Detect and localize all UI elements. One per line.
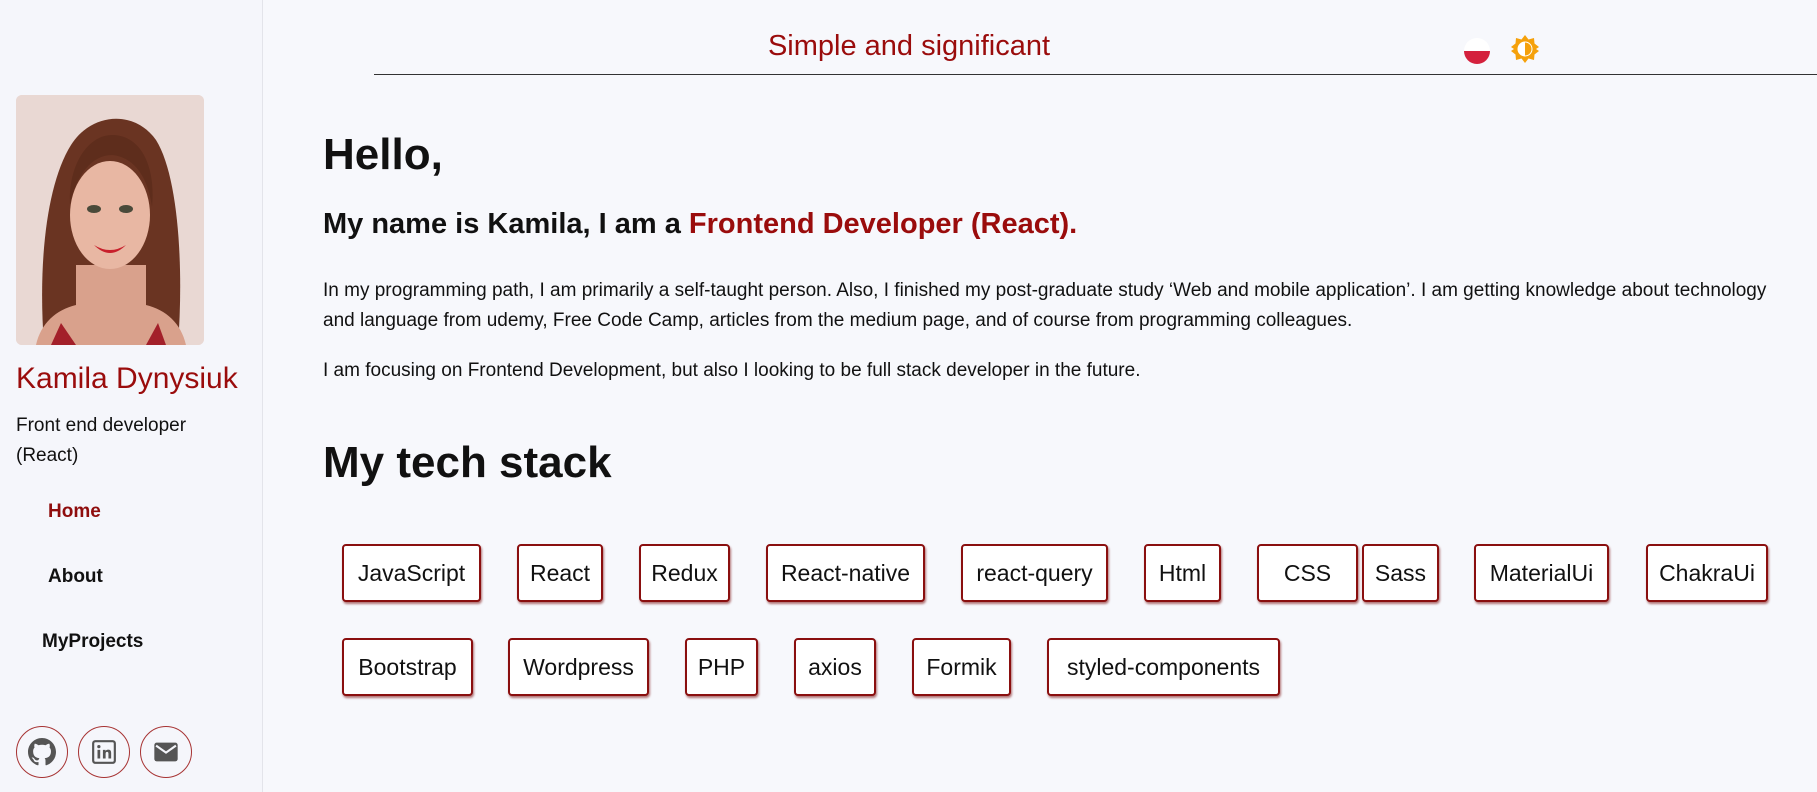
tech-chip: react-query [961, 544, 1108, 602]
tech-chip: CSS [1257, 544, 1358, 602]
tech-chip: JavaScript [342, 544, 481, 602]
tech-chip: Sass [1362, 544, 1439, 602]
tech-chip: PHP [685, 638, 758, 696]
github-link[interactable] [16, 726, 68, 778]
header-divider [374, 74, 1817, 75]
tech-chip: Formik [912, 638, 1011, 696]
app: Kamila Dynysiuk Front end developer (Rea… [0, 0, 1817, 792]
profile-name: Kamila Dynysiuk [16, 362, 238, 395]
greeting-heading: Hello, [323, 130, 443, 179]
profile-role: Front end developer (React) [16, 415, 187, 466]
intro-prefix: My name is Kamila, I am a [323, 208, 689, 240]
tech-stack-heading: My tech stack [323, 438, 612, 487]
tech-chip: React-native [766, 544, 925, 602]
nav-item-home[interactable]: Home [48, 501, 101, 523]
tech-chip: axios [794, 638, 876, 696]
nav-item-myprojects[interactable]: MyProjects [42, 631, 143, 653]
tech-chip: Redux [639, 544, 730, 602]
polish-flag-icon[interactable] [1464, 38, 1490, 64]
tech-chip: React [517, 544, 603, 602]
nav-item-about[interactable]: About [48, 566, 103, 588]
linkedin-link[interactable] [78, 726, 130, 778]
about-paragraph-1: In my programming path, I am primarily a… [323, 280, 1767, 331]
intro-highlight: Frontend Developer (React). [688, 208, 1078, 240]
sun-icon [1511, 35, 1539, 63]
tech-chip: Bootstrap [342, 638, 473, 696]
tech-chip: MaterialUi [1474, 544, 1609, 602]
tech-chip: Wordpress [508, 638, 649, 696]
intro-heading: My name is Kamila, I am a Frontend Devel… [323, 208, 1077, 241]
avatar [16, 95, 204, 345]
tech-chip: styled-components [1047, 638, 1280, 696]
mail-icon [154, 742, 178, 762]
tech-chip: ChakraUi [1646, 544, 1768, 602]
tech-chip: Html [1144, 544, 1221, 602]
github-icon [28, 738, 56, 766]
about-paragraph-2: I am focusing on Frontend Development, b… [323, 360, 1141, 381]
sidebar: Kamila Dynysiuk Front end developer (Rea… [0, 0, 263, 792]
linkedin-icon [92, 740, 116, 764]
header-title: Simple and significant [767, 30, 1051, 62]
email-link[interactable] [140, 726, 192, 778]
theme-toggle-button[interactable] [1510, 34, 1540, 64]
